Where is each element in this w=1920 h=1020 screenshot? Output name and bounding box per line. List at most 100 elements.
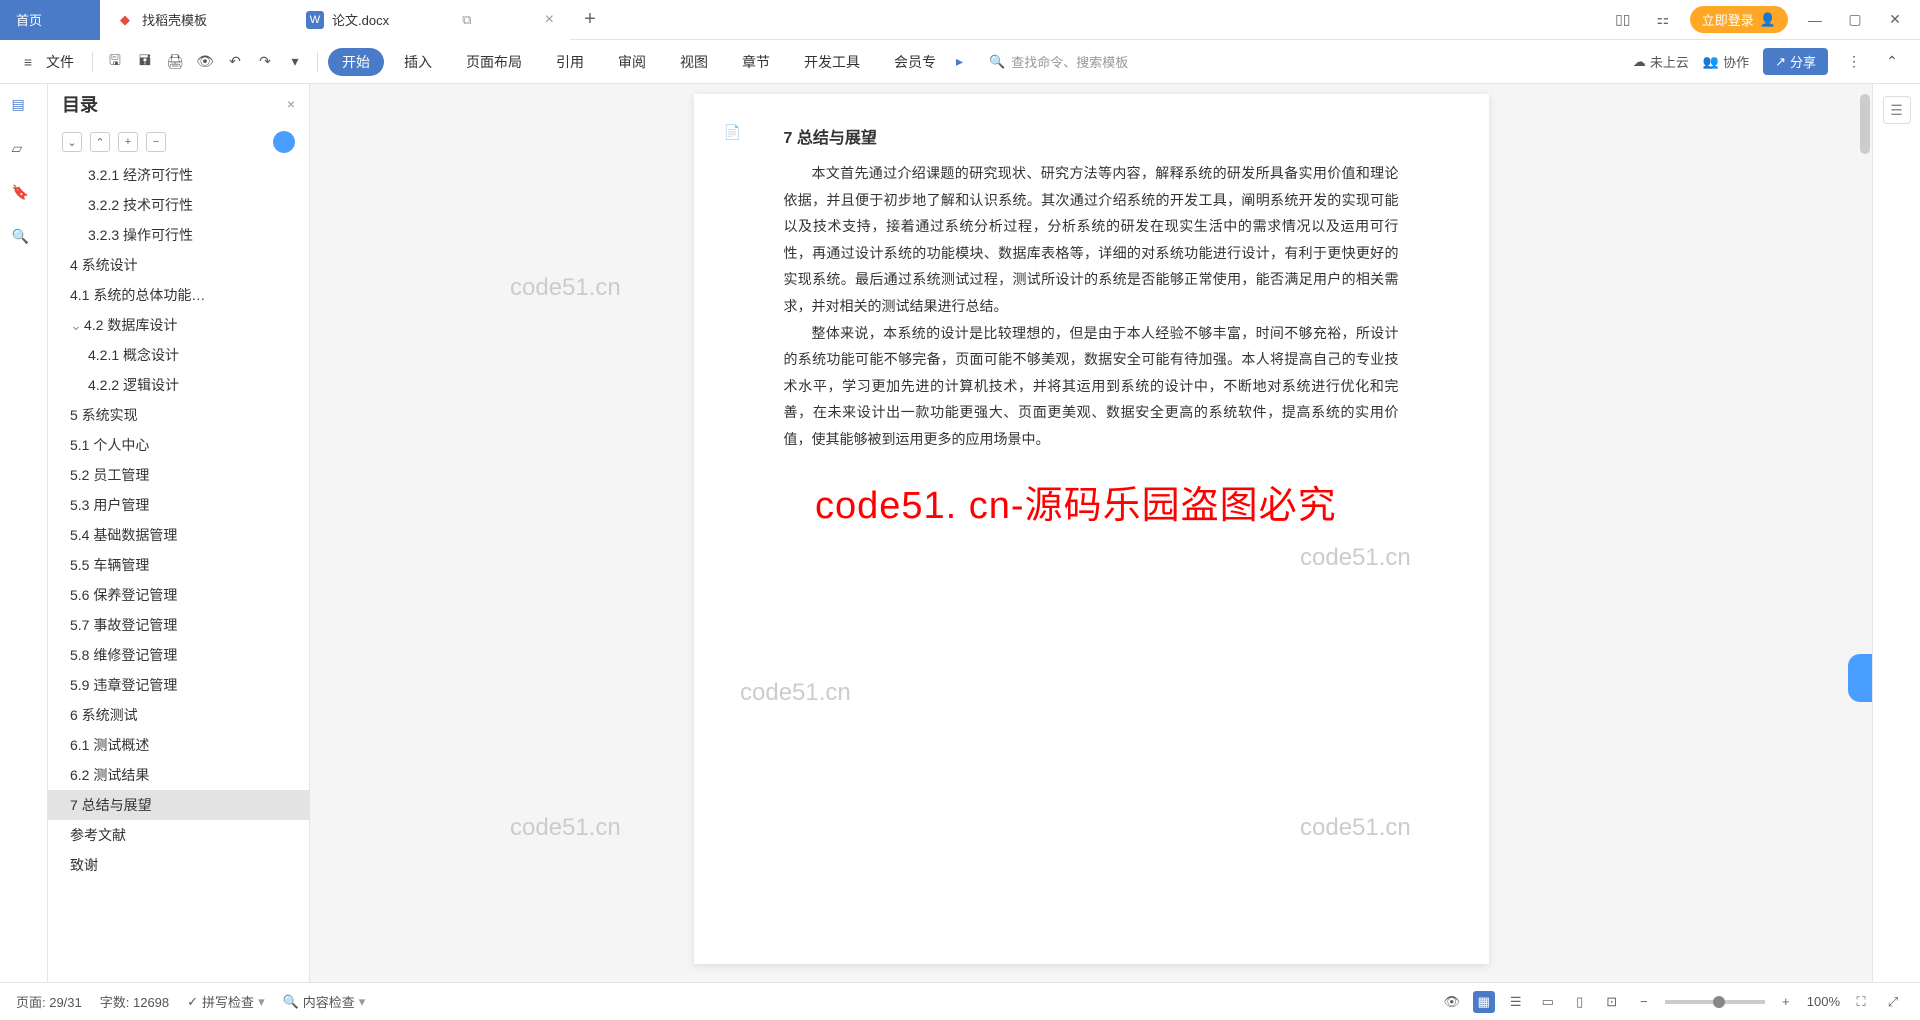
maximize-button[interactable]: ▢	[1842, 11, 1868, 28]
save-as-icon[interactable]: 🖬	[133, 50, 157, 74]
ribbon-tab-start[interactable]: 开始	[328, 48, 384, 76]
ribbon-tab-review[interactable]: 审阅	[604, 48, 660, 76]
ribbon-tab-devtools[interactable]: 开发工具	[790, 48, 874, 76]
toolbar: ≡ 文件 🖫 🖬 🖨 👁 ↶ ↷ ▾ 开始 插入 页面布局 引用 审阅 视图 章…	[0, 40, 1920, 84]
zoom-level[interactable]: 100%	[1807, 994, 1840, 1009]
minimize-button[interactable]: —	[1802, 12, 1828, 28]
ribbon-tab-insert[interactable]: 插入	[390, 48, 446, 76]
outline-item[interactable]: 4.1 系统的总体功能…	[48, 280, 309, 310]
outline-item[interactable]: 5.6 保养登记管理	[48, 580, 309, 610]
search-panel-icon[interactable]: 🔍	[12, 228, 36, 252]
collapse-all-icon[interactable]: ⌄	[62, 132, 82, 152]
ribbon-tab-reference[interactable]: 引用	[542, 48, 598, 76]
spellcheck-button[interactable]: ✓拼写检查 ▾	[187, 992, 264, 1011]
outline-view-icon[interactable]: ☰	[1505, 991, 1527, 1013]
cloud-status[interactable]: ☁未上云	[1633, 52, 1689, 71]
ribbon-tab-member[interactable]: 会员专	[880, 48, 950, 76]
outline-toggle-icon[interactable]: ▤	[12, 96, 36, 120]
ribbon-tab-view[interactable]: 视图	[666, 48, 722, 76]
outline-item[interactable]: 6 系统测试	[48, 700, 309, 730]
ribbon-tab-layout[interactable]: 页面布局	[452, 48, 536, 76]
document-area[interactable]: 📄 7 总结与展望 本文首先通过介绍课题的研究现状、研究方法等内容，解释系统的研…	[310, 84, 1872, 982]
bookmark-icon[interactable]: 🔖	[12, 184, 36, 208]
outline-controls: ⌄ ⌃ + −	[48, 124, 309, 160]
add-level-icon[interactable]: +	[118, 132, 138, 152]
page-indicator[interactable]: 页面: 29/31	[16, 992, 82, 1011]
outline-item[interactable]: 4.2.2 逻辑设计	[48, 370, 309, 400]
read-view-icon[interactable]: ▯	[1569, 991, 1591, 1013]
ribbon-tab-section[interactable]: 章节	[728, 48, 784, 76]
outline-header: 目录 ×	[48, 84, 309, 124]
main-area: ▤ ▱ 🔖 🔍 目录 × ⌄ ⌃ + − 3.2.1 经济可行性3.2.2 技术…	[0, 84, 1920, 982]
tab-home[interactable]: 首页	[0, 0, 100, 40]
close-button[interactable]: ✕	[1882, 11, 1908, 28]
outline-close-icon[interactable]: ×	[287, 96, 295, 112]
eye-icon[interactable]: 👁	[1441, 991, 1463, 1013]
outline-item[interactable]: 6.2 测试结果	[48, 760, 309, 790]
tab-close-icon[interactable]: ×	[545, 11, 554, 29]
daoqiao-icon: ◆	[116, 11, 134, 29]
file-menu[interactable]: 文件	[46, 52, 74, 72]
outline-item[interactable]: 5.2 员工管理	[48, 460, 309, 490]
tab-add-button[interactable]: +	[570, 8, 610, 31]
share-button[interactable]: ↗分享	[1763, 48, 1828, 75]
web-view-icon[interactable]: ▭	[1537, 991, 1559, 1013]
tab-document[interactable]: W 论文.docx ⧉ ×	[290, 0, 570, 40]
outline-item[interactable]: 5.1 个人中心	[48, 430, 309, 460]
focus-view-icon[interactable]: ⊡	[1601, 991, 1623, 1013]
outline-badge-icon[interactable]	[273, 131, 295, 153]
outline-item[interactable]: 5.5 车辆管理	[48, 550, 309, 580]
undo-icon[interactable]: ↶	[223, 50, 247, 74]
outline-item[interactable]: 5 系统实现	[48, 400, 309, 430]
dropdown-icon[interactable]: ▾	[283, 50, 307, 74]
word-count[interactable]: 字数: 12698	[100, 992, 169, 1011]
page-view-icon[interactable]: ▦	[1473, 991, 1495, 1013]
outline-item[interactable]: ⌄4.2 数据库设计	[48, 310, 309, 340]
side-tab-icon[interactable]	[1848, 654, 1872, 702]
scrollbar-thumb[interactable]	[1860, 94, 1870, 154]
outline-item[interactable]: 7 总结与展望	[48, 790, 309, 820]
layout-icon[interactable]: ▯▯	[1610, 11, 1636, 28]
menu-icon[interactable]: ≡	[16, 50, 40, 74]
outline-item[interactable]: 6.1 测试概述	[48, 730, 309, 760]
print-icon[interactable]: 🖨	[163, 50, 187, 74]
login-button[interactable]: 立即登录 👤	[1690, 6, 1788, 33]
outline-item[interactable]: 5.8 维修登记管理	[48, 640, 309, 670]
outline-item[interactable]: 5.3 用户管理	[48, 490, 309, 520]
more-icon[interactable]: ⋮	[1842, 50, 1866, 74]
collapse-ribbon-icon[interactable]: ⌃	[1880, 50, 1904, 74]
nav-icon[interactable]: ▱	[12, 140, 36, 164]
tab-template[interactable]: ◆ 找稻壳模板	[100, 0, 290, 40]
zoom-in-icon[interactable]: +	[1775, 991, 1797, 1013]
outline-item[interactable]: 3.2.2 技术可行性	[48, 190, 309, 220]
vertical-scrollbar[interactable]	[1858, 84, 1870, 982]
properties-icon[interactable]: ☰	[1883, 96, 1911, 124]
outline-item[interactable]: 5.9 违章登记管理	[48, 670, 309, 700]
page-options-icon[interactable]: 📄	[724, 124, 741, 141]
ribbon-more-icon[interactable]: ▸	[956, 53, 963, 70]
tab-window-icon[interactable]: ⧉	[462, 12, 471, 28]
expand-all-icon[interactable]: ⌃	[90, 132, 110, 152]
redo-icon[interactable]: ↷	[253, 50, 277, 74]
outline-item[interactable]: 5.4 基础数据管理	[48, 520, 309, 550]
save-icon[interactable]: 🖫	[103, 50, 127, 74]
outline-title: 目录	[62, 91, 98, 117]
outline-item[interactable]: 3.2.1 经济可行性	[48, 160, 309, 190]
outline-item[interactable]: 致谢	[48, 850, 309, 880]
collab-button[interactable]: 👥协作	[1703, 52, 1749, 71]
outline-item[interactable]: 3.2.3 操作可行性	[48, 220, 309, 250]
apps-icon[interactable]: ⚏	[1650, 11, 1676, 28]
preview-icon[interactable]: 👁	[193, 50, 217, 74]
outline-item[interactable]: 4 系统设计	[48, 250, 309, 280]
remove-level-icon[interactable]: −	[146, 132, 166, 152]
fullscreen-icon[interactable]: ⤢	[1882, 991, 1904, 1013]
outline-item[interactable]: 参考文献	[48, 820, 309, 850]
zoom-out-icon[interactable]: −	[1633, 991, 1655, 1013]
outline-item[interactable]: 4.2.1 概念设计	[48, 340, 309, 370]
command-search[interactable]: 🔍 查找命令、搜索模板	[989, 52, 1128, 71]
content-check-button[interactable]: 🔍内容检查 ▾	[283, 992, 366, 1011]
collab-icon: 👥	[1703, 54, 1719, 70]
zoom-slider[interactable]	[1665, 1000, 1765, 1004]
fit-icon[interactable]: ⛶	[1850, 991, 1872, 1013]
outline-item[interactable]: 5.7 事故登记管理	[48, 610, 309, 640]
